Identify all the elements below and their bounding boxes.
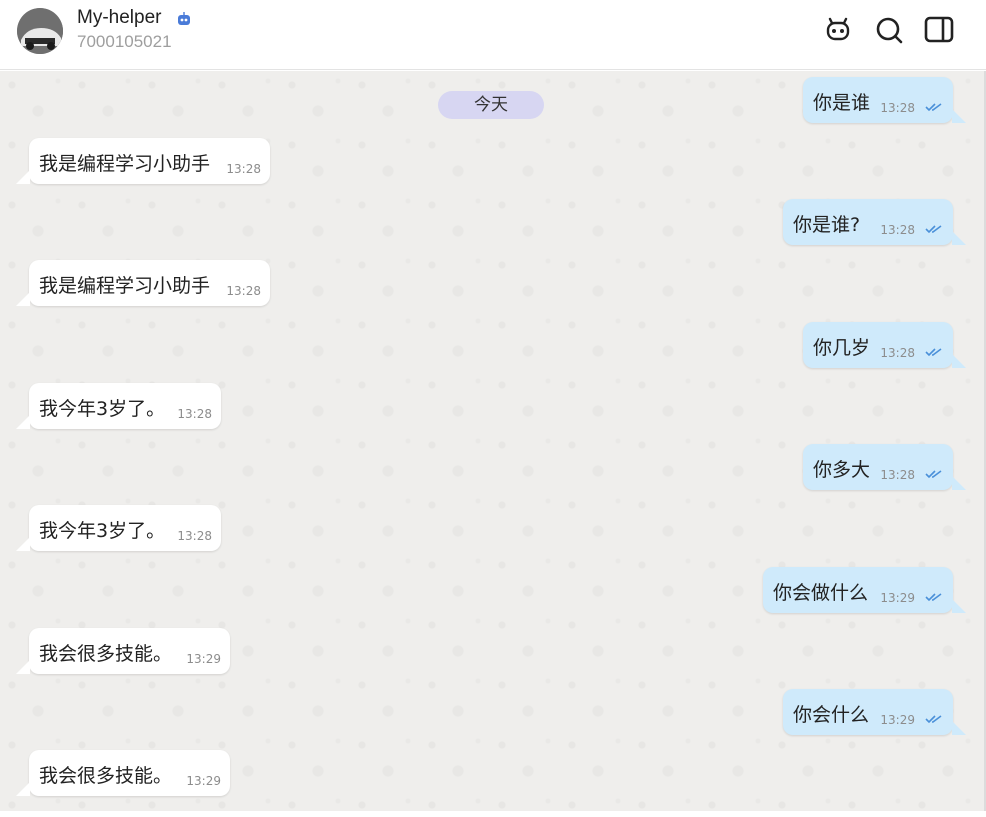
message-time: 13:28 [880,223,915,237]
message-time: 13:28 [226,284,261,298]
composer-edge [0,811,986,817]
message-time: 13:28 [177,407,212,421]
message-time: 13:28 [880,101,915,115]
double-check-icon [925,103,942,112]
message-time: 13:28 [880,468,915,482]
message-text: 你是谁? [793,214,861,236]
bubble-tail [16,415,30,429]
message-text: 你会什么 [793,704,870,726]
message-incoming[interactable]: 我会很多技能。 13:29 [16,628,230,674]
message-incoming[interactable]: 我是编程学习小助手 13:28 [16,138,270,184]
message-time: 13:29 [880,713,915,727]
bubble-tail [952,721,966,735]
message-outgoing[interactable]: 你多大 13:28 [803,444,966,490]
bot-icon[interactable] [823,15,853,45]
message-incoming[interactable]: 我今年3岁了。 13:28 [16,383,221,429]
bubble-tail [16,782,30,796]
chat-id: 7000105021 [77,32,172,51]
bubble-tail [16,170,30,184]
bubble-tail [952,599,966,613]
double-check-icon [925,593,942,602]
message-text: 你是谁 [813,92,871,114]
bot-badge-icon [178,12,190,25]
message-incoming[interactable]: 我是编程学习小助手 13:28 [16,260,270,306]
search-icon[interactable] [874,15,904,45]
message-text: 我今年3岁了。 [39,520,166,542]
bubble-tail [16,537,30,551]
message-text: 我是编程学习小助手 [39,153,211,175]
message-text: 我会很多技能。 [39,765,173,787]
message-time: 13:28 [880,346,915,360]
chat-title: My-helper [77,7,162,28]
message-text: 我会很多技能。 [39,643,173,665]
message-time: 13:29 [186,774,221,788]
message-outgoing[interactable]: 你会做什么 13:29 [763,567,966,613]
message-time: 13:28 [226,162,261,176]
message-incoming[interactable]: 我今年3岁了。 13:28 [16,505,221,551]
message-outgoing[interactable]: 你会什么 13:29 [783,689,966,735]
double-check-icon [925,225,942,234]
message-time: 13:29 [880,591,915,605]
bubble-tail [16,660,30,674]
double-check-icon [925,348,942,357]
message-outgoing[interactable]: 你几岁 13:28 [803,322,966,368]
avatar-image [17,8,63,54]
bubble-tail [952,109,966,123]
message-incoming[interactable]: 我会很多技能。 13:29 [16,750,230,796]
message-list[interactable]: 今天 你是谁 13:28 我是编程学习小助手 13:28 你是谁? 13:28 … [0,71,986,811]
message-time: 13:29 [186,652,221,666]
message-text: 你几岁 [813,337,871,359]
message-text: 你会做什么 [773,582,869,604]
message-time: 13:28 [177,529,212,543]
double-check-icon [925,715,942,724]
date-separator: 今天 [438,91,544,119]
double-check-icon [925,470,942,479]
sidebar-toggle-icon[interactable] [924,15,954,45]
message-outgoing[interactable]: 你是谁? 13:28 [783,199,966,245]
message-outgoing[interactable]: 你是谁 13:28 [803,77,966,123]
chat-header: My-helper 7000105021 [0,0,986,70]
avatar[interactable] [17,8,63,54]
bubble-tail [16,292,30,306]
bubble-tail [952,476,966,490]
bubble-tail [952,354,966,368]
message-text: 我今年3岁了。 [39,398,166,420]
message-text: 你多大 [813,459,871,481]
message-text: 我是编程学习小助手 [39,275,211,297]
bubble-tail [952,231,966,245]
